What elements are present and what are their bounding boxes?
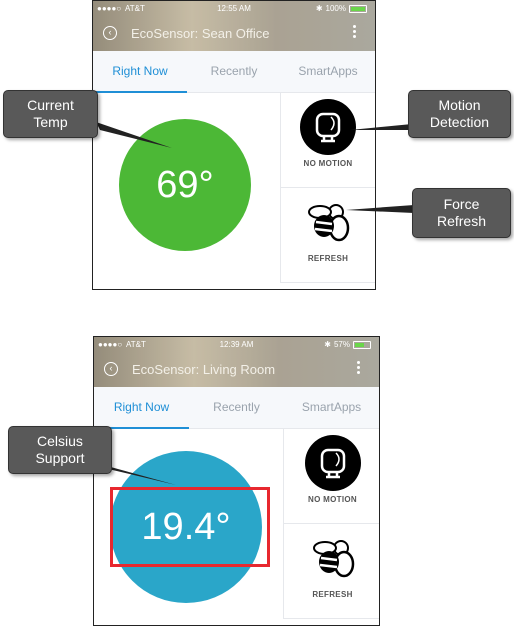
tab-bar: Right Now Recently SmartApps — [93, 51, 375, 93]
battery-fill — [351, 6, 365, 11]
tab-recently[interactable]: Recently — [187, 51, 281, 92]
temperature-value: 69° — [119, 119, 251, 251]
device-title: EcoSensor: Living Room — [132, 362, 276, 377]
refresh-label: REFRESH — [307, 254, 349, 263]
motion-tile[interactable]: NO MOTION — [284, 429, 379, 524]
battery-icon — [349, 4, 367, 13]
motion-sensor-icon — [304, 435, 361, 491]
back-arrow-icon[interactable]: ‹ — [103, 26, 117, 40]
refresh-tile[interactable]: REFRESH — [281, 188, 375, 283]
status-bar: ●●●●○ AT&T 12:55 AM ✱ 100% — [93, 1, 375, 15]
tab-right-now[interactable]: Right Now — [93, 51, 187, 93]
callout-force-refresh: Force Refresh — [412, 188, 511, 238]
motion-sensor-icon — [300, 99, 356, 155]
tab-smartapps[interactable]: SmartApps — [281, 51, 375, 92]
motion-tile[interactable]: NO MOTION — [281, 93, 375, 188]
callout-celsius-support-text: Celsius Support — [35, 433, 85, 466]
refresh-label: REFRESH — [312, 590, 353, 599]
battery-icon — [353, 340, 371, 349]
bluetooth-icon: ✱ — [324, 340, 331, 349]
bee-refresh-icon — [308, 204, 350, 242]
bee-refresh-icon — [312, 540, 354, 578]
bluetooth-icon: ✱ — [315, 4, 323, 13]
kebab-menu-icon[interactable] — [357, 361, 361, 376]
status-bar: ●●●●○ AT&T 12:39 AM ✱ 57% — [94, 337, 379, 351]
battery-percent: 57% — [333, 340, 350, 349]
device-title: EcoSensor: Sean Office — [131, 26, 270, 41]
callout-force-refresh-text: Force Refresh — [436, 196, 487, 229]
callout-current-temp: Current Temp — [3, 90, 98, 138]
battery-fill — [355, 342, 364, 347]
temperature-tile[interactable]: 69° — [93, 93, 281, 283]
callout-celsius-support: Celsius Support — [8, 426, 112, 474]
app-screen-sean-office: ●●●●○ AT&T 12:55 AM ✱ 100% ‹ EcoSensor: … — [92, 0, 376, 290]
tab-right-now[interactable]: Right Now — [94, 387, 189, 429]
tab-smartapps[interactable]: SmartApps — [284, 387, 379, 428]
callout-motion-detection-text: Motion Detection — [429, 97, 490, 130]
motion-status-label: NO MOTION — [303, 159, 353, 168]
battery-percent: 100% — [325, 4, 346, 13]
tutorial-graphic: ●●●●○ AT&T 12:55 AM ✱ 100% ‹ EcoSensor: … — [0, 0, 514, 627]
tab-recently[interactable]: Recently — [189, 387, 284, 428]
callout-current-temp-text: Current Temp — [27, 97, 74, 130]
celsius-highlight-box — [110, 487, 270, 567]
tab-bar: Right Now Recently SmartApps — [94, 387, 379, 429]
back-arrow-icon[interactable]: ‹ — [104, 362, 118, 376]
kebab-menu-icon[interactable] — [353, 25, 357, 40]
callout-motion-detection: Motion Detection — [408, 90, 511, 138]
motion-status-label: NO MOTION — [308, 495, 357, 504]
refresh-tile[interactable]: REFRESH — [284, 524, 379, 619]
app-screen-living-room: ●●●●○ AT&T 12:39 AM ✱ 57% ‹ EcoSensor: L… — [93, 336, 380, 626]
